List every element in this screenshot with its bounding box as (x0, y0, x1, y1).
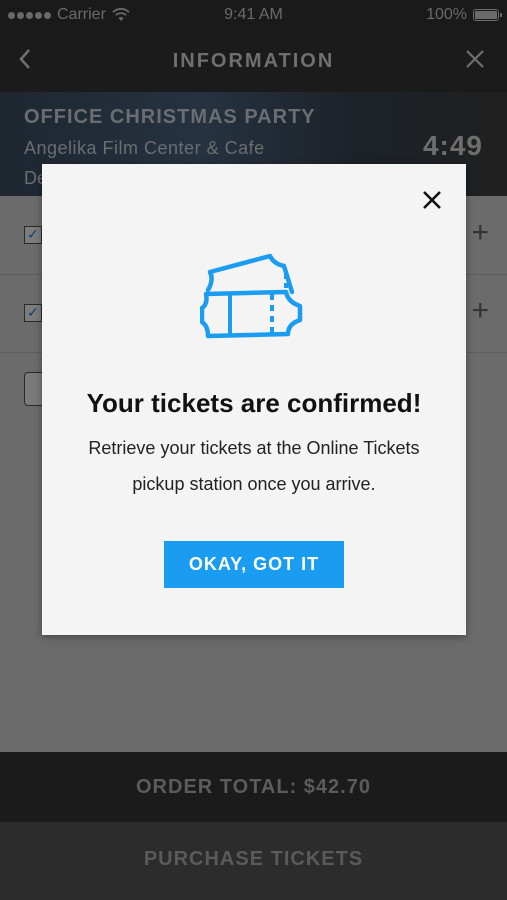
purchase-tickets-button[interactable]: PURCHASE TICKETS (0, 822, 507, 900)
screen: Carrier 9:41 AM 100% INFORMATION OFFICE … (0, 0, 507, 900)
event-venue: Angelika Film Center & Cafe (24, 138, 265, 158)
nav-bar: INFORMATION (0, 32, 507, 92)
okay-got-it-button[interactable]: OKAY, GOT IT (164, 541, 344, 588)
battery-status: 100% (426, 6, 502, 24)
page-title: INFORMATION (172, 50, 335, 72)
countdown-timer: 4:49 (422, 130, 483, 161)
plus-icon[interactable]: + (471, 218, 489, 248)
dialog-close-button[interactable] (420, 188, 444, 212)
close-icon (423, 191, 441, 209)
dialog-message: Retrieve your tickets at the Online Tick… (88, 438, 420, 494)
checkbox[interactable]: ✓ (24, 304, 42, 322)
close-icon (466, 50, 484, 68)
checkbox[interactable]: ✓ (24, 226, 42, 244)
nav-close-button[interactable] (465, 46, 485, 74)
plus-icon[interactable]: + (471, 296, 489, 326)
event-title: OFFICE CHRISTMAS PARTY (24, 106, 316, 128)
status-bar: Carrier 9:41 AM 100% (0, 0, 507, 32)
battery-percent: 100% (426, 6, 467, 23)
confirmation-dialog: Your tickets are confirmed! Retrieve you… (42, 164, 466, 635)
order-total: ORDER TOTAL: $42.70 (0, 752, 507, 822)
dialog-title: Your tickets are confirmed! (86, 388, 422, 418)
tickets-icon (200, 253, 303, 339)
battery-icon (473, 9, 502, 21)
